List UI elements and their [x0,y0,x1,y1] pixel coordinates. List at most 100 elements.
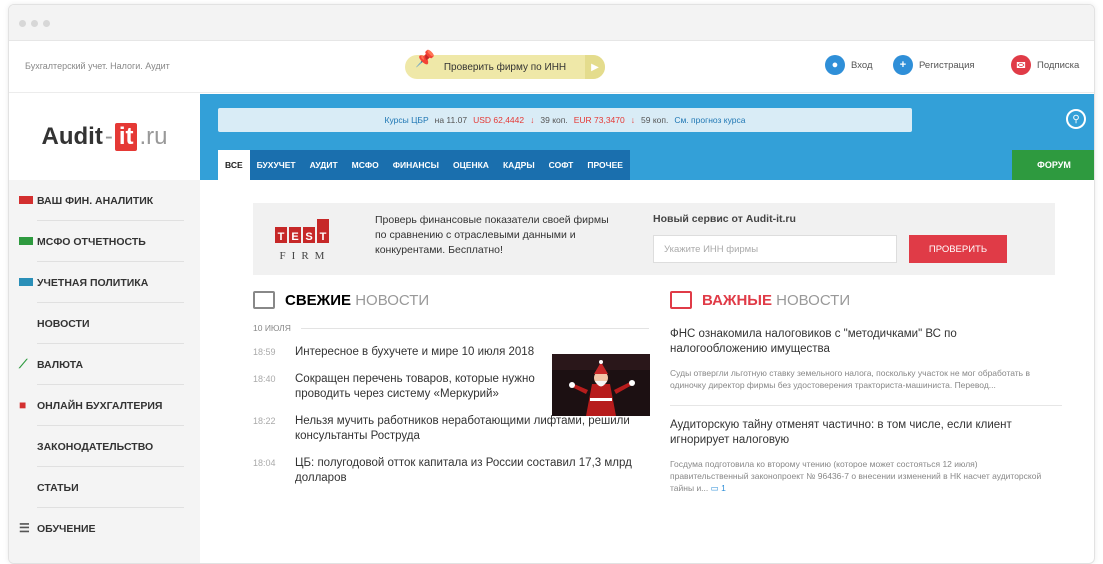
testfirm-promo: T E S T FIRM Проверь финансовые показате… [253,203,1055,275]
logo-text-audit: Audit [41,123,103,150]
date-separator: 10 ИЮЛЯ [253,323,649,333]
rates-date: на 11.07 [434,115,468,125]
books-icon: ☰ [19,521,30,535]
register-label: Регистрация [919,59,975,71]
sidebar-item-label: ВАШ ФИН. АНАЛИТИК [37,194,154,207]
login-label: Вход [851,59,873,71]
browser-window: Бухгалтерский учет. Налоги. Аудит 📌 Пров… [8,4,1095,564]
important-news-header: ВАЖНЫЕ НОВОСТИ [670,291,850,309]
important-news-summary: Госдума подготовила ко второму чтению (к… [670,458,1050,494]
sidebar-item-label: ВАЛЮТА [37,358,84,371]
important-news-link[interactable]: ФНС ознакомила налоговиков с "методичкам… [670,327,970,357]
news-thumbnail[interactable] [552,354,650,416]
sidebar-item-currency[interactable]: ⟋ ВАЛЮТА [9,344,200,385]
arrow-tag-icon [19,196,33,204]
comment-count[interactable]: 1 [721,483,726,493]
news-item[interactable]: 18:59 Интересное в бухучете и мире 10 ию… [253,345,539,360]
search-icon[interactable]: ⚲ [1066,109,1086,129]
news-link[interactable]: Сокращен перечень товаров, которые нужно… [295,372,539,402]
logo-text-it: it [114,123,138,151]
tab-ifrs[interactable]: МСФО [344,150,386,180]
sidebar-item-ifrs[interactable]: МСФО ОТЧЕТНОСТЬ [9,221,200,262]
sidebar-item-label: УЧЕТНАЯ ПОЛИТИКА [37,276,149,289]
arrow-tag-icon [19,278,33,286]
forecast-link[interactable]: См. прогноз курса [674,115,745,125]
logo-text-ru: .ru [139,123,168,150]
tab-finance[interactable]: ФИНАНСЫ [385,150,446,180]
important-news-link[interactable]: Аудиторскую тайну отменят частично: в то… [670,418,1066,448]
sidebar-item-articles[interactable]: СТАТЬИ [9,467,200,508]
news-icon [253,291,275,309]
usd-rate: USD 62,4442 [473,115,525,125]
tab-hr[interactable]: КАДРЫ [495,150,542,180]
rates-label[interactable]: Курсы ЦБР [385,115,429,125]
news-link[interactable]: Нельзя мучить работников неработающими л… [295,414,649,444]
sidebar-item-education[interactable]: ☰ ОБУЧЕНИЕ [9,508,200,549]
site-tagline: Бухгалтерский учет. Налоги. Аудит [25,61,170,71]
calculator-icon: ■ [19,398,27,412]
window-dot[interactable] [19,20,26,27]
sidebar-item-label: ОНЛАЙН БУХГАЛТЕРИЯ [37,399,163,412]
window-dot[interactable] [31,20,38,27]
logo-letter: E [291,231,298,243]
user-icon: ● [825,55,845,75]
sidebar-item-online-accounting[interactable]: ■ ОНЛАЙН БУХГАЛТЕРИЯ [9,385,200,426]
news-time: 18:04 [253,458,276,468]
arrow-tag-icon [19,237,33,245]
important-news-list: ФНС ознакомила налоговиков с "методичкам… [670,327,1066,494]
category-tabs: ВСЕ БУХУЧЕТ АУДИТ МСФО ФИНАНСЫ ОЦЕНКА КА… [218,150,630,180]
eur-change: 59 коп. [641,115,669,125]
sidebar-item-analyst[interactable]: ВАШ ФИН. АНАЛИТИК [9,180,200,221]
comment-icon[interactable]: ▭ [711,483,719,493]
arrow-down-icon: ↓ [530,115,535,125]
news-icon [670,291,692,309]
tab-software[interactable]: СОФТ [541,150,581,180]
sidebar-item-label: ЗАКОНОДАТЕЛЬСТВО [37,440,154,453]
news-link[interactable]: Интересное в бухучете и мире 10 июля 201… [295,345,534,360]
sidebar-item-news[interactable]: НОВОСТИ [9,303,200,344]
news-item[interactable]: 18:22 Нельзя мучить работников неработаю… [253,414,649,444]
subscribe-link[interactable]: ✉ Подписка [1011,55,1079,75]
chart-icon: ⟋ [19,357,28,371]
sidebar-item-legislation[interactable]: ЗАКОНОДАТЕЛЬСТВО [9,426,200,467]
fresh-news-header: СВЕЖИЕ НОВОСТИ [253,291,429,309]
fresh-title-bold: СВЕЖИЕ [285,291,352,309]
sidebar-item-label: МСФО ОТЧЕТНОСТЬ [37,235,146,248]
news-time: 18:59 [253,347,276,357]
check-inn-button[interactable]: 📌 Проверить фирму по ИНН ▶ [405,51,605,79]
check-inn-label: Проверить фирму по ИНН [443,61,567,73]
fresh-title-light: НОВОСТИ [355,291,430,309]
inn-input[interactable]: Укажите ИНН фирмы [653,235,897,263]
important-title-bold: ВАЖНЫЕ [702,291,772,309]
news-item[interactable]: 18:04 ЦБ: полугодовой отток капитала из … [253,456,649,486]
testfirm-logo[interactable]: T E S T FIRM [273,213,337,265]
forum-button[interactable]: ФОРУМ [1012,150,1094,180]
news-time: 18:40 [253,374,276,384]
check-button[interactable]: ПРОВЕРИТЬ [909,235,1007,263]
logo-letter: T [320,231,327,243]
important-news-summary: Суды отвергли льготную ставку земельного… [670,368,1030,390]
news-date: 10 ИЮЛЯ [253,323,291,333]
logo-letter: S [305,231,312,243]
sidebar-item-label: СТАТЬИ [37,481,79,494]
login-link[interactable]: ● Вход [825,55,873,75]
pin-icon: 📌 [415,51,435,68]
tab-valuation[interactable]: ОЦЕНКА [445,150,496,180]
tab-audit[interactable]: АУДИТ [302,150,345,180]
logo-word-firm: FIRM [280,250,331,262]
tab-other[interactable]: ПРОЧЕЕ [580,150,630,180]
header-bar: Курсы ЦБР на 11.07 USD 62,4442 ↓ 39 коп.… [200,94,1094,180]
sidebar-item-label: НОВОСТИ [37,317,90,330]
important-title-light: НОВОСТИ [776,291,851,309]
news-item[interactable]: 18:40 Сокращен перечень товаров, которые… [253,372,539,402]
sidebar-item-policy[interactable]: УЧЕТНАЯ ПОЛИТИКА [9,262,200,303]
site-logo[interactable]: Audit - it .ru [9,94,200,180]
top-bar: Бухгалтерский учет. Налоги. Аудит 📌 Пров… [9,41,1094,93]
register-link[interactable]: + Регистрация [893,55,975,75]
sidebar: ВАШ ФИН. АНАЛИТИК МСФО ОТЧЕТНОСТЬ УЧЕТНА… [9,180,200,563]
tab-all[interactable]: ВСЕ [218,150,250,180]
window-dot[interactable] [43,20,50,27]
news-link[interactable]: ЦБ: полугодовой отток капитала из России… [295,456,649,486]
tab-accounting[interactable]: БУХУЧЕТ [249,150,303,180]
arrow-right-icon: ▶ [585,55,605,79]
